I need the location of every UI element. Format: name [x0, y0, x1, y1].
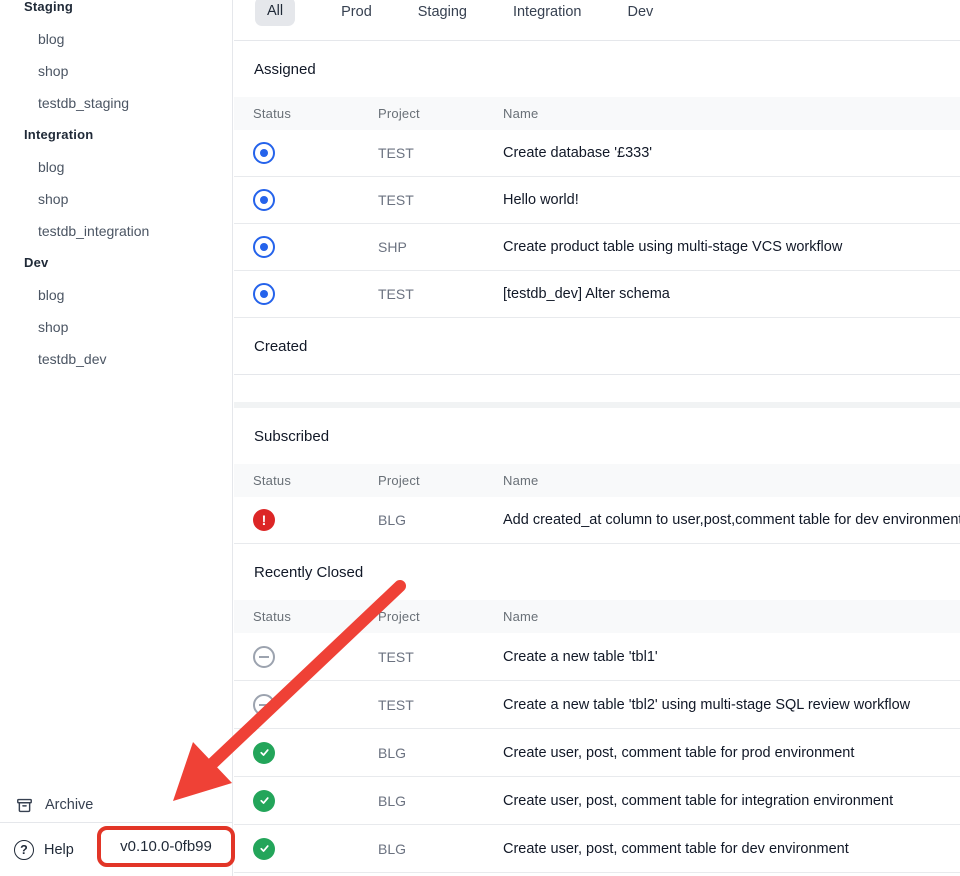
empty-list	[234, 374, 960, 402]
issue-project: BLG	[378, 745, 503, 761]
section-title-created: Created	[234, 318, 960, 374]
tab-integration[interactable]: Integration	[513, 0, 582, 25]
sidebar-item-integration-blog[interactable]: blog	[0, 151, 232, 183]
app-root: Staging blog shop testdb_staging Integra…	[0, 0, 960, 876]
issue-open-icon	[253, 236, 275, 258]
section-title-recently-closed: Recently Closed	[234, 544, 960, 600]
tab-all[interactable]: All	[255, 0, 295, 26]
issue-project: TEST	[378, 286, 503, 302]
env-group-staging: Staging	[0, 0, 232, 23]
issue-done-icon	[253, 742, 275, 764]
archive-icon	[15, 796, 34, 815]
section-subscribed: Subscribed Status Project Name BLG Add c…	[234, 408, 960, 544]
database-tree: Staging blog shop testdb_staging Integra…	[0, 0, 232, 375]
issue-name: Add created_at column to user,post,comme…	[503, 512, 960, 528]
issue-project: SHP	[378, 239, 503, 255]
issue-project: TEST	[378, 145, 503, 161]
issue-open-icon	[253, 142, 275, 164]
sidebar-item-testdb-dev[interactable]: testdb_dev	[0, 343, 232, 375]
table-header: Status Project Name	[234, 600, 960, 633]
issue-row[interactable]: SHP Create product table using multi-sta…	[234, 224, 960, 271]
tab-prod[interactable]: Prod	[341, 0, 372, 25]
issue-done-icon	[253, 790, 275, 812]
issue-open-icon	[253, 283, 275, 305]
issue-name: Create user, post, comment table for int…	[503, 793, 960, 809]
issue-row[interactable]: BLG Add created_at column to user,post,c…	[234, 497, 960, 544]
section-title-assigned: Assigned	[234, 41, 960, 97]
col-status: Status	[253, 473, 378, 488]
issue-project: BLG	[378, 512, 503, 528]
col-project: Project	[378, 609, 503, 624]
table-header: Status Project Name	[234, 97, 960, 130]
col-status: Status	[253, 609, 378, 624]
table-header: Status Project Name	[234, 464, 960, 497]
sidebar-item-staging-shop[interactable]: shop	[0, 55, 232, 87]
issue-open-icon	[253, 189, 275, 211]
section-created: Created	[234, 318, 960, 408]
main-content: All Prod Staging Integration Dev Assigne…	[234, 0, 960, 876]
sidebar-item-dev-shop[interactable]: shop	[0, 311, 232, 343]
environment-tabbar: All Prod Staging Integration Dev	[234, 0, 960, 41]
section-title-subscribed: Subscribed	[234, 408, 960, 464]
col-project: Project	[378, 473, 503, 488]
issue-project: TEST	[378, 649, 503, 665]
issue-attention-icon	[253, 509, 275, 531]
col-status: Status	[253, 106, 378, 121]
issue-row[interactable]: TEST Create a new table 'tbl1'	[234, 633, 960, 681]
issue-name: Create a new table 'tbl1'	[503, 649, 960, 665]
issue-name: Hello world!	[503, 192, 960, 208]
sidebar-item-integration-shop[interactable]: shop	[0, 183, 232, 215]
version-badge: v0.10.0-0fb99	[97, 826, 235, 867]
issue-row[interactable]: BLG Create user, post, comment table for…	[234, 825, 960, 873]
issue-row[interactable]: TEST Create a new table 'tbl2' using mul…	[234, 681, 960, 729]
issue-name: Create database '£333'	[503, 145, 960, 161]
issue-row[interactable]: TEST Hello world!	[234, 177, 960, 224]
issue-done-icon	[253, 838, 275, 860]
issue-row[interactable]: TEST Create database '£333'	[234, 130, 960, 177]
archive-button[interactable]: Archive	[0, 788, 232, 822]
col-name: Name	[503, 609, 960, 624]
env-group-integration: Integration	[0, 119, 232, 151]
issue-project: BLG	[378, 841, 503, 857]
issue-project: TEST	[378, 192, 503, 208]
sidebar-item-dev-blog[interactable]: blog	[0, 279, 232, 311]
issue-canceled-icon	[253, 646, 275, 668]
sidebar: Staging blog shop testdb_staging Integra…	[0, 0, 233, 876]
issue-project: BLG	[378, 793, 503, 809]
col-name: Name	[503, 106, 960, 121]
sidebar-item-staging-blog[interactable]: blog	[0, 23, 232, 55]
issue-row[interactable]: TEST [testdb_dev] Alter schema	[234, 271, 960, 318]
issue-name: [testdb_dev] Alter schema	[503, 286, 960, 302]
section-recently-closed: Recently Closed Status Project Name TEST…	[234, 544, 960, 873]
issue-project: TEST	[378, 697, 503, 713]
issue-row[interactable]: BLG Create user, post, comment table for…	[234, 729, 960, 777]
tab-staging[interactable]: Staging	[418, 0, 467, 25]
archive-label: Archive	[45, 797, 93, 813]
issue-canceled-icon	[253, 694, 275, 716]
issue-name: Create a new table 'tbl2' using multi-st…	[503, 697, 960, 713]
col-name: Name	[503, 473, 960, 488]
section-assigned: Assigned Status Project Name TEST Create…	[234, 41, 960, 318]
issue-name: Create user, post, comment table for pro…	[503, 745, 960, 761]
sidebar-item-testdb-staging[interactable]: testdb_staging	[0, 87, 232, 119]
tab-dev[interactable]: Dev	[627, 0, 653, 25]
col-project: Project	[378, 106, 503, 121]
issue-name: Create user, post, comment table for dev…	[503, 841, 960, 857]
env-group-dev: Dev	[0, 247, 232, 279]
help-label: Help	[44, 842, 74, 858]
help-question-icon	[14, 840, 34, 860]
issue-name: Create product table using multi-stage V…	[503, 239, 960, 255]
sidebar-item-testdb-integration[interactable]: testdb_integration	[0, 215, 232, 247]
issue-row[interactable]: BLG Create user, post, comment table for…	[234, 777, 960, 825]
